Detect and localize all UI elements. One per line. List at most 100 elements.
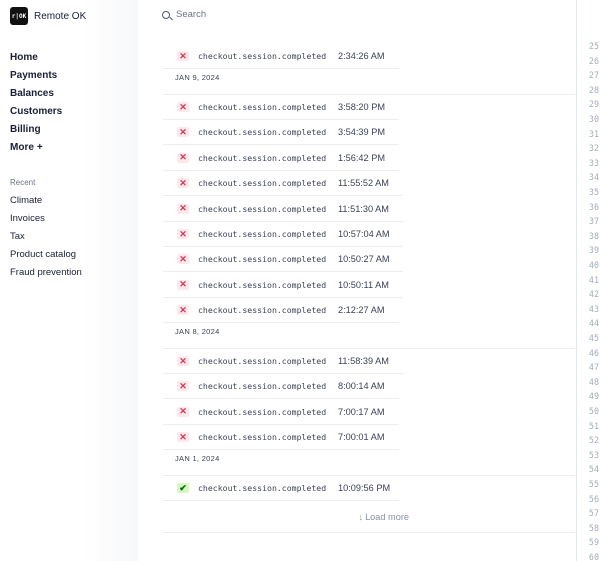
nav-item-more[interactable]: More + xyxy=(10,142,62,160)
sidebar: r|OK Remote OK Home Payments Balances Cu… xyxy=(0,0,138,561)
x-icon: ✕ xyxy=(177,305,189,316)
date-header: JAN 9, 2024 xyxy=(163,69,575,95)
plus-icon: + xyxy=(36,142,43,153)
brand-logo: r|OK xyxy=(10,7,28,25)
event-type: checkout.session.completed xyxy=(198,203,327,214)
event-row[interactable]: ✕ checkout.session.completed 3:54:39 PM xyxy=(163,120,399,146)
line-number: 35 xyxy=(588,187,599,197)
line-number: 40 xyxy=(588,260,599,270)
event-time: 10:50:27 AM xyxy=(338,254,390,265)
event-row[interactable]: ✕ checkout.session.completed 1:56:42 PM xyxy=(163,146,399,171)
x-icon: ✕ xyxy=(177,51,189,61)
event-time: 10:50:11 AM xyxy=(338,279,389,290)
x-icon: ✕ xyxy=(177,127,189,138)
x-icon: ✕ xyxy=(177,229,189,239)
line-number: 54 xyxy=(588,464,599,475)
recent-title: Recent xyxy=(10,178,36,187)
event-time: 10:09:56 PM xyxy=(338,483,391,493)
event-row[interactable]: ✕ checkout.session.completed 7:00:17 AM xyxy=(163,400,399,425)
x-icon: ✕ xyxy=(177,279,189,290)
event-time: 7:00:01 AM xyxy=(338,432,385,443)
event-type: checkout.session.completed xyxy=(198,51,327,61)
line-number: 48 xyxy=(588,376,599,387)
date-header: JAN 1, 2024 xyxy=(163,450,575,476)
line-number: 26 xyxy=(588,55,599,66)
event-row[interactable]: ✕ checkout.session.completed 11:58:39 AM xyxy=(163,349,403,374)
recent-item-climate[interactable]: Climate xyxy=(10,196,82,214)
event-time: 8:00:14 AM xyxy=(338,381,385,392)
arrow-down-icon: ↓ xyxy=(358,512,364,522)
line-number: 45 xyxy=(588,333,599,343)
line-number: 56 xyxy=(588,493,599,504)
line-number: 34 xyxy=(588,172,599,183)
line-number: 39 xyxy=(588,245,599,256)
line-number: 38 xyxy=(588,230,599,241)
x-icon: ✕ xyxy=(177,381,189,392)
recent-item-tax[interactable]: Tax xyxy=(10,232,82,250)
event-type: checkout.session.completed xyxy=(198,254,327,265)
search-bar[interactable]: Search xyxy=(162,9,206,20)
x-icon: ✕ xyxy=(177,432,189,443)
recent-item-fraud-prevention[interactable]: Fraud prevention xyxy=(10,268,82,286)
recent-item-invoices[interactable]: Invoices xyxy=(10,214,82,232)
event-time: 2:34:26 AM xyxy=(338,51,385,61)
nav-item-billing[interactable]: Billing xyxy=(10,124,62,142)
x-icon: ✕ xyxy=(177,356,189,366)
event-time: 10:57:04 AM xyxy=(338,229,390,239)
x-icon: ✕ xyxy=(177,406,189,417)
x-icon: ✕ xyxy=(177,254,189,265)
line-number: 53 xyxy=(588,449,599,460)
line-number: 60 xyxy=(588,552,599,561)
line-number: 43 xyxy=(588,303,599,314)
line-number: 30 xyxy=(588,114,599,124)
brand[interactable]: r|OK Remote OK xyxy=(10,7,86,25)
nav-item-balances[interactable]: Balances xyxy=(10,88,62,106)
event-type: checkout.session.completed xyxy=(198,279,327,290)
line-number: 29 xyxy=(588,99,599,110)
line-number: 52 xyxy=(588,435,599,446)
date-header: JAN 8, 2024 xyxy=(163,323,575,349)
nav-item-home[interactable]: Home xyxy=(10,52,62,70)
event-time: 1:56:42 PM xyxy=(338,152,385,163)
line-number: 41 xyxy=(588,274,599,285)
event-row[interactable]: ✕ checkout.session.completed 11:55:52 AM xyxy=(163,171,403,197)
line-number: 58 xyxy=(588,522,599,533)
nav-item-payments[interactable]: Payments xyxy=(10,70,62,88)
event-row[interactable]: ✕ checkout.session.completed 2:34:26 AM xyxy=(163,44,399,69)
event-type: checkout.session.completed xyxy=(198,305,327,316)
line-number: 51 xyxy=(588,420,599,431)
event-type: checkout.session.completed xyxy=(198,381,327,392)
event-row[interactable]: ✕ checkout.session.completed 7:00:01 AM xyxy=(163,425,399,451)
line-number: 55 xyxy=(588,479,599,489)
event-time: 11:51:30 AM xyxy=(338,203,389,214)
event-time: 11:55:52 AM xyxy=(338,178,389,189)
event-row[interactable]: ✕ checkout.session.completed 11:51:30 AM xyxy=(163,197,403,222)
event-type: checkout.session.completed xyxy=(198,483,327,493)
search-input[interactable]: Search xyxy=(176,9,206,20)
nav-item-customers[interactable]: Customers xyxy=(10,106,62,124)
line-number: 42 xyxy=(588,289,599,300)
event-row[interactable]: ✕ checkout.session.completed 10:50:11 AM xyxy=(163,273,403,298)
line-number: 49 xyxy=(588,391,599,402)
load-more-button[interactable]: ↓ Load more xyxy=(163,503,575,533)
event-type: checkout.session.completed xyxy=(198,406,327,417)
recent-item-product-catalog[interactable]: Product catalog xyxy=(10,250,82,268)
event-row[interactable]: ✕ checkout.session.completed 8:00:14 AM xyxy=(163,374,399,400)
x-icon: ✕ xyxy=(177,152,189,163)
event-row[interactable]: ✕ checkout.session.completed 10:57:04 AM xyxy=(163,222,403,247)
line-number: 57 xyxy=(588,508,599,519)
event-row[interactable]: ✕ checkout.session.completed 2:12:27 AM xyxy=(163,298,399,324)
x-icon: ✕ xyxy=(177,178,189,189)
x-icon: ✕ xyxy=(177,203,189,214)
line-number: 46 xyxy=(588,347,599,358)
line-number: 50 xyxy=(588,406,599,416)
recent-list: Climate Invoices Tax Product catalog Fra… xyxy=(10,196,82,286)
event-row[interactable]: ✕ checkout.session.completed 10:50:27 AM xyxy=(163,247,403,273)
line-number: 59 xyxy=(588,537,599,548)
event-type: checkout.session.completed xyxy=(198,127,327,138)
event-type: checkout.session.completed xyxy=(198,229,327,239)
event-type: checkout.session.completed xyxy=(198,102,327,112)
event-row[interactable]: ✔ checkout.session.completed 10:09:56 PM xyxy=(163,476,399,501)
event-time: 3:58:20 PM xyxy=(338,102,385,112)
event-row[interactable]: ✕ checkout.session.completed 3:58:20 PM xyxy=(163,95,399,120)
